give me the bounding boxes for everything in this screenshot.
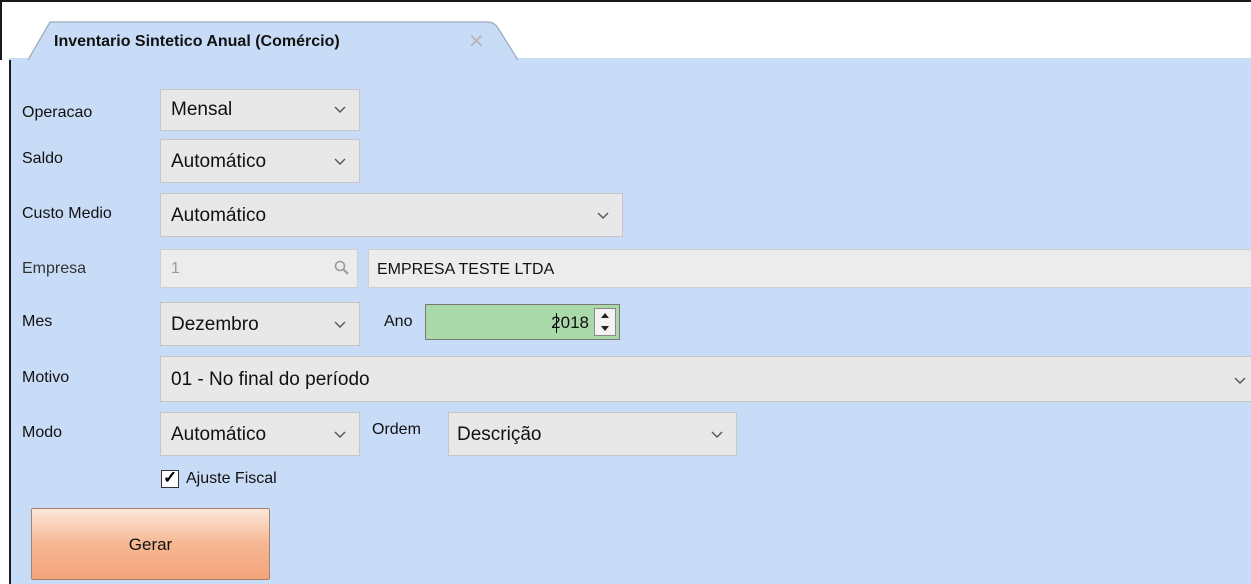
motivo-label: Motivo bbox=[22, 369, 70, 386]
motivo-select[interactable]: 01 - No final do período bbox=[160, 356, 1251, 402]
search-icon[interactable] bbox=[333, 259, 351, 277]
empresa-code-field: 1 bbox=[160, 249, 358, 288]
motivo-value: 01 - No final do período bbox=[171, 369, 370, 390]
spin-arrows-icon[interactable] bbox=[594, 308, 616, 336]
ajuste-fiscal-label[interactable]: Ajuste Fiscal bbox=[186, 470, 277, 488]
empresa-name-field: EMPRESA TESTE LTDA bbox=[368, 249, 1251, 288]
operacao-select[interactable]: Mensal bbox=[160, 89, 360, 131]
ano-spinner[interactable]: 2018 bbox=[425, 304, 620, 340]
close-icon[interactable]: ✕ bbox=[468, 29, 485, 54]
chevron-down-icon bbox=[1234, 377, 1246, 384]
empresa-code-value: 1 bbox=[171, 260, 180, 277]
chevron-down-icon bbox=[334, 321, 346, 328]
custo-medio-value: Automático bbox=[171, 205, 267, 226]
custo-medio-select[interactable]: Automático bbox=[160, 193, 623, 237]
modo-select[interactable]: Automático bbox=[160, 412, 360, 456]
ordem-value: Descrição bbox=[457, 424, 542, 445]
saldo-value: Automático bbox=[171, 151, 267, 172]
window: Inventario Sintetico Anual (Comércio) ✕ … bbox=[0, 0, 1251, 584]
check-icon: ✓ bbox=[163, 468, 178, 487]
saldo-select[interactable]: Automático bbox=[160, 139, 360, 183]
operacao-label: Operacao bbox=[22, 104, 93, 121]
chevron-down-icon bbox=[597, 212, 609, 219]
ano-label: Ano bbox=[384, 313, 413, 330]
tab-title: Inventario Sintetico Anual (Comércio) bbox=[54, 33, 340, 50]
chevron-down-icon bbox=[334, 106, 346, 113]
chevron-down-icon bbox=[334, 158, 346, 165]
ano-value: 2018 bbox=[551, 313, 589, 332]
empresa-label: Empresa bbox=[22, 260, 87, 277]
mes-value: Dezembro bbox=[171, 314, 259, 335]
mes-label: Mes bbox=[22, 313, 53, 330]
custo-medio-label: Custo Medio bbox=[22, 205, 112, 222]
tab-inventario[interactable]: Inventario Sintetico Anual (Comércio) ✕ bbox=[28, 20, 518, 62]
gerar-button[interactable]: Gerar bbox=[31, 508, 270, 580]
operacao-value: Mensal bbox=[171, 99, 233, 120]
modo-label: Modo bbox=[22, 424, 63, 441]
gerar-button-label: Gerar bbox=[128, 535, 173, 554]
mes-select[interactable]: Dezembro bbox=[160, 302, 360, 346]
spin-down-icon[interactable] bbox=[595, 322, 615, 335]
empresa-name-value: EMPRESA TESTE LTDA bbox=[377, 261, 555, 278]
ordem-select[interactable]: Descrição bbox=[448, 412, 737, 456]
modo-value: Automático bbox=[171, 424, 267, 445]
chevron-down-icon bbox=[334, 431, 346, 438]
ordem-label: Ordem bbox=[372, 421, 421, 438]
saldo-label: Saldo bbox=[22, 150, 63, 167]
chevron-down-icon bbox=[711, 431, 723, 438]
spin-up-icon[interactable] bbox=[595, 309, 615, 322]
ajuste-fiscal-checkbox[interactable]: ✓ bbox=[161, 468, 179, 488]
